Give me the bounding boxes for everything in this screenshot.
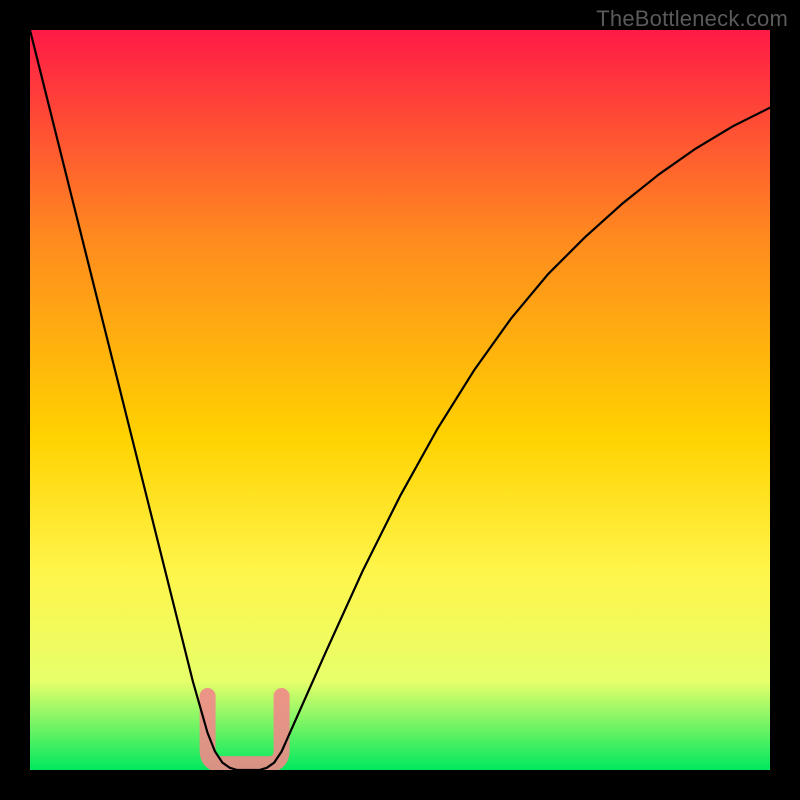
- plot-area: [30, 30, 770, 770]
- chart-svg: [0, 0, 800, 800]
- chart-root: TheBottleneck.com: [0, 0, 800, 800]
- watermark-label: TheBottleneck.com: [596, 6, 788, 32]
- chart-border: [0, 0, 30, 800]
- chart-border: [0, 770, 800, 800]
- chart-border: [770, 0, 800, 800]
